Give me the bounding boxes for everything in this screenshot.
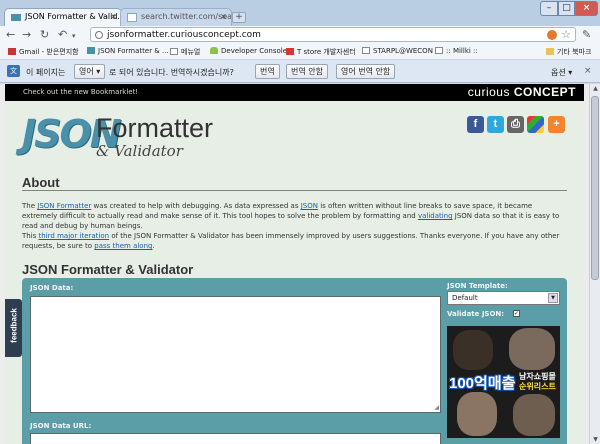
page-viewport: Check out the new Bookmarklet! curious C… (0, 84, 589, 444)
feedback-tab[interactable]: feedback (5, 299, 22, 357)
tab-json-formatter[interactable]: JSON Formatter & Valid... × (4, 8, 122, 26)
logo-validator: & Validator (96, 142, 183, 160)
site-logo[interactable]: JSON Formatter & Validator (22, 110, 237, 162)
bookmark-json-formatter[interactable]: JSON Formatter & ... (87, 47, 169, 55)
json-url-label: JSON Data URL: (30, 422, 92, 430)
window-titlebar: JSON Formatter & Valid... × search.twitt… (0, 0, 600, 26)
translate-question: 로 되어 있습니다. 번역하시겠습니까? (109, 68, 234, 77)
validating-link[interactable]: validating (418, 212, 453, 220)
ad-subline-2: 순위리스트 (519, 382, 556, 391)
bookmarks-bar: Gmail - 받은편지함 JSON Formatter & ... 메뉴얼 D… (0, 44, 600, 60)
forward-arrow-icon[interactable]: → (22, 29, 31, 40)
bookmark-star-icon[interactable]: ☆ (561, 28, 571, 41)
template-select[interactable]: Default ▼ (447, 291, 560, 305)
about-heading: About (22, 175, 60, 190)
bookmark-manual[interactable]: 메뉴얼 (170, 47, 200, 57)
curious-concept-logo[interactable]: curious CONCEPT (468, 85, 576, 99)
translate-icon: 文 (7, 65, 20, 77)
ad-photo-2 (509, 328, 555, 370)
google-bookmark-icon[interactable] (527, 116, 544, 133)
dropdown-arrow-icon[interactable]: ▾ (72, 31, 76, 42)
bookmark-starpl[interactable]: STARPL@WECON (362, 47, 433, 55)
resize-grip-icon[interactable]: ◢ (434, 404, 439, 411)
page-scrollbar[interactable]: ▲ ▼ (589, 84, 600, 444)
top-banner: Check out the new Bookmarklet! curious C… (5, 84, 584, 101)
page-favicon-icon (127, 13, 137, 22)
json-data-textarea[interactable]: ◢ (30, 296, 441, 413)
tool-heading: JSON Formatter & Validator (22, 262, 194, 277)
language-select[interactable]: 영어 ▾ (74, 64, 105, 79)
select-arrow-icon: ▼ (548, 293, 558, 303)
address-bar[interactable]: jsonformatter.curiousconcept.com ☆ (90, 27, 576, 42)
tab-close-icon[interactable]: × (110, 12, 117, 21)
bookmark-tstore[interactable]: T store 개발자센터 (286, 47, 356, 57)
tab-title: JSON Formatter & Valid... (25, 12, 122, 21)
page-info-icon[interactable] (95, 31, 103, 39)
ad-photo-1 (453, 330, 493, 370)
logo-formatter: Formatter (96, 113, 214, 143)
about-paragraph-1: The JSON Formatter was created to help w… (22, 202, 560, 230)
json-template-label: JSON Template: (447, 282, 508, 290)
extension-icon[interactable] (547, 30, 557, 40)
translate-prefix: 이 페이지는 (26, 68, 66, 77)
bookmarklet-link[interactable]: Check out the new Bookmarklet! (23, 88, 138, 96)
json-formatter-link[interactable]: JSON Formatter (37, 202, 91, 210)
new-tab-button[interactable]: + (232, 12, 246, 23)
scroll-up-icon[interactable]: ▲ (591, 85, 600, 92)
android-icon (210, 47, 218, 54)
validate-json-label: Validate JSON: (447, 310, 505, 318)
third-iteration-link[interactable]: third major iteration (39, 232, 110, 240)
tab-twitter-search[interactable]: search.twitter.com/searc... × (120, 8, 232, 26)
print-icon[interactable]: ⎙ (507, 116, 524, 133)
page-icon (362, 47, 370, 54)
json-favicon-icon (87, 47, 95, 54)
json-favicon-icon (11, 14, 21, 21)
bookmark-gmail[interactable]: Gmail - 받은편지함 (8, 47, 79, 57)
addthis-plus-icon[interactable]: + (548, 116, 565, 133)
json-data-label: JSON Data: (30, 284, 74, 292)
ad-photo-3 (457, 392, 497, 436)
translate-button[interactable]: 번역 (255, 64, 280, 79)
scrollbar-thumb[interactable] (591, 96, 599, 280)
browser-toolbar: ← → ↻ ↶ ▾ jsonformatter.curiousconcept.c… (0, 26, 600, 44)
bookmark-other[interactable]: 기타 북마크 (546, 47, 591, 57)
gmail-icon (8, 48, 16, 55)
json-link[interactable]: JSON (301, 202, 318, 210)
ad-photo-4 (513, 394, 555, 436)
page-icon (170, 48, 178, 55)
template-selected-value: Default (452, 294, 478, 302)
formatter-panel: JSON Data: ◢ JSON Data URL: JSON Templat… (22, 278, 567, 444)
about-paragraph-2: This third major iteration of the JSON F… (22, 232, 560, 250)
advertisement[interactable]: 100억매출 남자쇼핑몰 순위리스트 (447, 326, 560, 438)
ad-headline: 100억매출 (449, 375, 516, 392)
undo-icon[interactable]: ↶ (58, 29, 67, 40)
reload-icon[interactable]: ↻ (40, 29, 49, 40)
about-rule (22, 190, 567, 191)
no-translate-button[interactable]: 번역 안함 (286, 64, 328, 79)
tstore-icon (286, 48, 294, 55)
address-url: jsonformatter.curiousconcept.com (107, 30, 261, 40)
tab-title: search.twitter.com/searc... (141, 12, 232, 21)
bookmark-developer-console[interactable]: Developer Console (210, 47, 287, 55)
never-translate-button[interactable]: 영어 번역 안함 (336, 64, 396, 79)
page-icon (435, 47, 443, 54)
scroll-down-icon[interactable]: ▼ (591, 436, 600, 443)
minimize-button[interactable]: – (540, 1, 558, 16)
wrench-menu-icon[interactable]: ✎ (582, 28, 591, 41)
tab-close-icon[interactable]: × (220, 12, 227, 21)
translate-close-icon[interactable]: × (584, 66, 592, 76)
translate-bar: 文 이 페이지는 영어 ▾ 로 되어 있습니다. 번역하시겠습니까? 번역 번역… (0, 60, 600, 83)
back-arrow-icon[interactable]: ← (6, 29, 15, 40)
close-window-button[interactable]: × (575, 1, 598, 16)
folder-icon (546, 48, 554, 55)
bookmark-millki[interactable]: :: Millki :: (435, 47, 478, 55)
validate-json-checkbox[interactable]: ✓ (513, 310, 520, 317)
json-url-input[interactable] (30, 433, 441, 444)
maximize-button[interactable]: □ (558, 1, 575, 16)
facebook-icon[interactable]: f (467, 116, 484, 133)
pass-along-link[interactable]: pass them along (94, 242, 152, 250)
translate-options[interactable]: 옵션 ▾ (551, 67, 572, 78)
twitter-icon[interactable]: t (487, 116, 504, 133)
